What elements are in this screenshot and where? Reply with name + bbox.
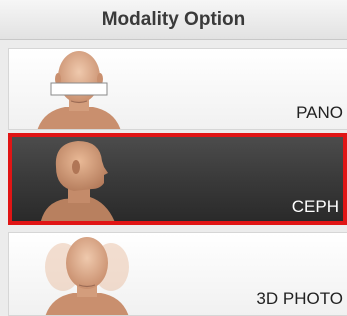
panel-header: Modality Option: [0, 0, 347, 40]
modality-option-pano[interactable]: PANO: [8, 48, 347, 130]
panel-title: Modality Option: [101, 8, 246, 30]
option-label-3d-photo: 3D PHOTO: [256, 289, 343, 308]
face-with-bite-block-icon: [37, 51, 121, 129]
multi-angle-face-icon: [45, 237, 129, 315]
modality-option-ceph[interactable]: CEPH: [8, 133, 347, 225]
head-profile-icon: [40, 141, 115, 221]
modality-option-3d-photo[interactable]: 3D PHOTO: [8, 232, 347, 316]
modality-options-list: PANO CEPH 3D PHOTO: [0, 40, 347, 316]
option-label-pano: PANO: [296, 103, 343, 122]
option-label-ceph: CEPH: [291, 197, 339, 216]
